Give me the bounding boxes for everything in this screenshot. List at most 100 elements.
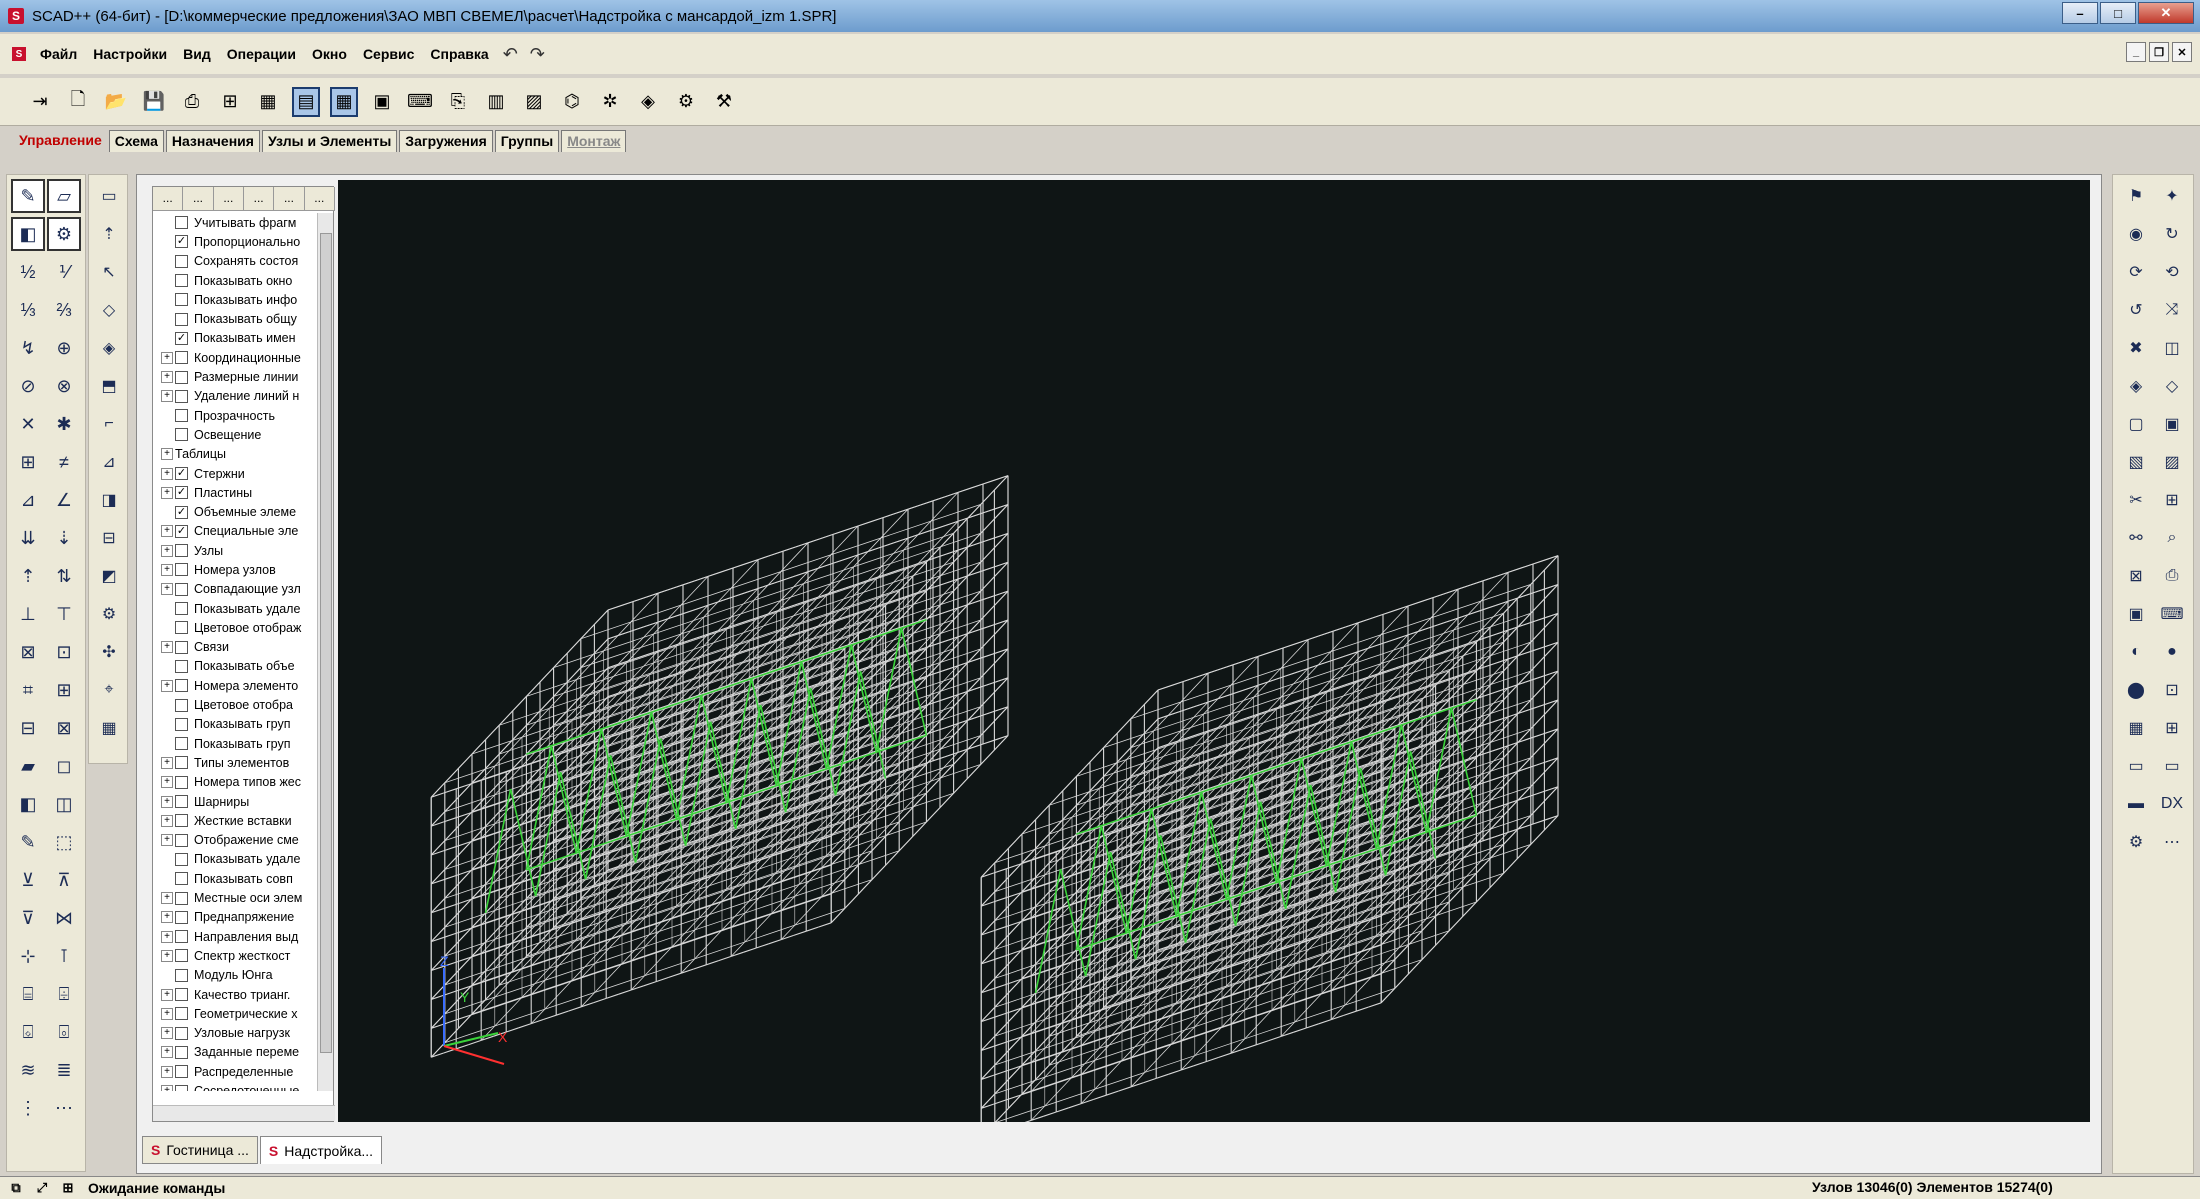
projection-tool-icon[interactable]: ▣ <box>2119 597 2153 631</box>
menu-window[interactable]: Окно <box>310 44 349 64</box>
expand-icon[interactable]: + <box>161 949 173 962</box>
filter-checkbox[interactable]: ✓ <box>175 524 188 538</box>
mdi-restore-button[interactable]: ❐ <box>2149 42 2169 62</box>
expand-icon[interactable]: + <box>161 371 173 384</box>
filter-tree-item[interactable]: + ✓ Пластины <box>153 483 317 502</box>
filter-tree-item[interactable]: + Совпадающие узл <box>153 580 317 599</box>
filter-tool-icon[interactable]: ⊠ <box>47 711 81 745</box>
expand-icon[interactable]: + <box>161 563 173 576</box>
filter-tree-item[interactable]: + Преднапряжение <box>153 908 317 927</box>
filter-tree-item[interactable]: Сохранять состоя <box>153 252 317 271</box>
filter-tree-item[interactable]: Показывать инфо <box>153 290 317 309</box>
view-tool-icon[interactable]: ⬒ <box>92 369 126 403</box>
projection-tool-icon[interactable]: ✦ <box>2155 179 2189 213</box>
projection-tool-icon[interactable]: ⤨ <box>2155 293 2189 327</box>
filter-checkbox[interactable] <box>175 1026 188 1040</box>
filter-tree-item[interactable]: + Жесткие вставки <box>153 811 317 830</box>
projection-tool-icon[interactable]: ⚯ <box>2119 521 2153 555</box>
tab-nodes-elements[interactable]: Узлы и Элементы <box>261 130 398 152</box>
filter-checkbox[interactable] <box>175 910 188 924</box>
expand-icon[interactable]: + <box>161 1046 173 1059</box>
projection-tool-icon[interactable]: ⬤ <box>2119 673 2153 707</box>
filter-tool-icon[interactable]: ⊕ <box>47 331 81 365</box>
scroll-thumb[interactable] <box>320 233 332 1053</box>
redo-icon[interactable]: ↷ <box>530 44 545 65</box>
menu-settings[interactable]: Настройки <box>91 44 169 64</box>
projection-tool-icon[interactable]: ▭ <box>2119 749 2153 783</box>
menu-file[interactable]: Файл <box>38 44 79 64</box>
view-tool-icon[interactable]: ⚙ <box>92 597 126 631</box>
expand-icon[interactable]: + <box>161 351 173 364</box>
expand-icon[interactable]: + <box>161 756 173 769</box>
filter-tree-item[interactable]: Показывать груп <box>153 715 317 734</box>
filter-tree-item[interactable]: Показывать совп <box>153 869 317 888</box>
expand-icon[interactable]: + <box>161 988 173 1001</box>
filter-checkbox[interactable] <box>175 602 188 616</box>
filter-tab-4[interactable]: ... <box>244 187 275 210</box>
projection-tool-icon[interactable]: ◈ <box>2119 369 2153 403</box>
filter-tree-item[interactable]: Показывать объе <box>153 657 317 676</box>
filter-tree-item[interactable]: ✓ Пропорционально <box>153 232 317 251</box>
screen-icon[interactable]: ▨ <box>520 87 548 117</box>
filter-tool-icon[interactable]: ⇊ <box>11 521 45 555</box>
filter-tool-icon[interactable]: ⇡ <box>11 559 45 593</box>
filter-checkbox[interactable] <box>175 833 188 847</box>
filter-tool-icon[interactable]: ⅓ <box>11 293 45 327</box>
projection-tool-icon[interactable]: ⚙ <box>2119 825 2153 859</box>
filter-tool-icon[interactable]: ⊽ <box>11 901 45 935</box>
monitor-icon[interactable]: ▣ <box>368 87 396 117</box>
projection-tool-icon[interactable]: ▧ <box>2119 445 2153 479</box>
filter-tool-icon[interactable]: ⊠ <box>11 635 45 669</box>
filter-checkbox[interactable] <box>175 988 188 1002</box>
projection-tool-icon[interactable]: ⊠ <box>2119 559 2153 593</box>
projection-tool-icon[interactable]: ↺ <box>2119 293 2153 327</box>
undo-icon[interactable]: ↶ <box>503 44 518 65</box>
filter-tree-item[interactable]: Показывать окно <box>153 271 317 290</box>
filter-tree-item[interactable]: + Типы элементов <box>153 753 317 772</box>
status-icon-1[interactable]: ⧉ <box>6 1179 26 1197</box>
building-right-wireframe[interactable] <box>980 555 1559 1122</box>
menu-service[interactable]: Сервис <box>361 44 416 64</box>
filter-tool-icon[interactable]: ⋮ <box>11 1091 45 1125</box>
projection-tool-icon[interactable]: ▦ <box>2119 711 2153 745</box>
projection-tool-icon[interactable]: ▬ <box>2119 787 2153 821</box>
view-tool-icon[interactable]: ◨ <box>92 483 126 517</box>
filter-checkbox[interactable] <box>175 254 188 268</box>
filter-tab-1[interactable]: ... <box>153 187 184 210</box>
filter-tool-icon[interactable]: ✎ <box>11 179 45 213</box>
filter-tree-item[interactable]: Показывать груп <box>153 734 317 753</box>
filter-tree-item[interactable]: + ✓ Специальные эле <box>153 522 317 541</box>
filter-tree-item[interactable]: + Местные оси элем <box>153 888 317 907</box>
filter-tool-icon[interactable]: ⊹ <box>11 939 45 973</box>
expand-icon[interactable]: + <box>161 892 173 905</box>
doc-tab-hotel[interactable]: S Гостиница ... <box>142 1136 258 1164</box>
calculator-icon[interactable]: ▤ <box>292 86 320 117</box>
filter-tool-icon[interactable]: ⇣ <box>47 521 81 555</box>
expand-icon[interactable]: + <box>161 814 173 827</box>
filter-tree-item[interactable]: + Отображение сме <box>153 831 317 850</box>
filter-checkbox[interactable]: ✓ <box>175 467 188 480</box>
filter-checkbox[interactable] <box>175 409 188 423</box>
filter-tool-icon[interactable]: ⊿ <box>11 483 45 517</box>
expand-icon[interactable]: + <box>161 679 173 692</box>
expand-icon[interactable]: + <box>161 486 173 499</box>
menu-help[interactable]: Справка <box>428 44 490 64</box>
filter-tree-item[interactable]: ✓ Объемные элеме <box>153 502 317 521</box>
filter-tab-3[interactable]: ... <box>214 187 244 210</box>
filter-tree-item[interactable]: Освещение <box>153 425 317 444</box>
filter-checkbox[interactable]: ✓ <box>175 331 188 345</box>
filter-checkbox[interactable] <box>175 582 188 596</box>
projection-tool-icon[interactable]: ◐ <box>2119 635 2153 669</box>
filter-tool-icon[interactable]: ⌻ <box>47 1015 81 1049</box>
projection-tool-icon[interactable]: ⎙ <box>2155 559 2189 593</box>
filter-checkbox[interactable] <box>175 312 188 326</box>
filter-checkbox[interactable] <box>175 717 188 731</box>
expand-icon[interactable]: + <box>161 834 173 847</box>
design-icon[interactable]: ▦ <box>254 87 282 117</box>
filter-tree-item[interactable]: Модуль Юнга <box>153 966 317 985</box>
filter-tool-icon[interactable]: ✱ <box>47 407 81 441</box>
filter-tree-item[interactable]: + Узлы <box>153 541 317 560</box>
filter-tool-icon[interactable]: ✕ <box>11 407 45 441</box>
projection-tool-icon[interactable]: ⚑ <box>2119 179 2153 213</box>
filter-tool-icon[interactable]: ▰ <box>11 749 45 783</box>
